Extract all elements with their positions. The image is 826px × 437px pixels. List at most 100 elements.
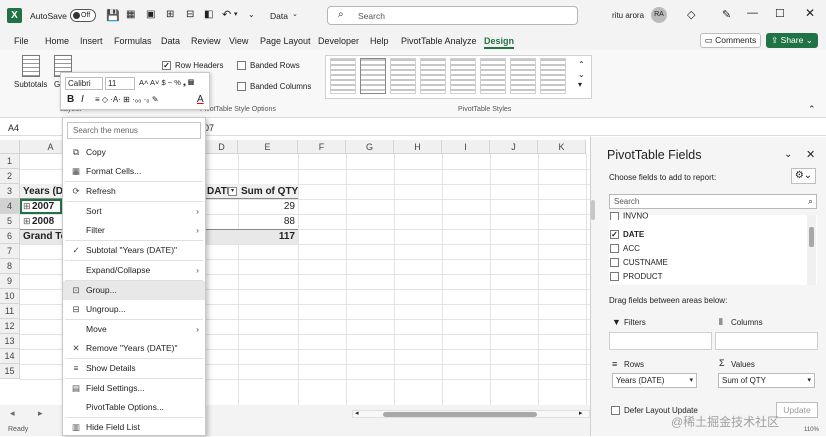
menu-item-format-cells[interactable]: ▦ Format Cells...	[63, 162, 205, 181]
select-all-corner[interactable]	[0, 140, 20, 154]
field-acc[interactable]: ACC	[610, 242, 640, 255]
menu-item-filter[interactable]: Filter ›	[63, 221, 205, 240]
column-header-j[interactable]: J	[490, 140, 538, 154]
tab-page-layout[interactable]: Page Layout	[260, 36, 311, 46]
cell-e6-total[interactable]: 117	[238, 229, 298, 244]
style-swatch-7[interactable]	[510, 58, 536, 94]
field-product[interactable]: PRODUCT	[610, 270, 663, 283]
banded-columns-checkbox[interactable]: Banded Columns	[237, 82, 311, 92]
tab-data[interactable]: Data	[161, 36, 180, 46]
comments-button[interactable]: ▭ Comments	[700, 33, 761, 48]
row-header-5[interactable]: 5	[0, 214, 20, 229]
field-custname[interactable]: CUSTNAME	[610, 256, 668, 269]
menu-item-expand-collapse[interactable]: Expand/Collapse ›	[63, 261, 205, 280]
values-field-dropdown[interactable]: Sum of QTY ▾	[718, 373, 815, 388]
menu-item-copy[interactable]: ⧉ Copy	[63, 143, 205, 162]
tab-view[interactable]: View	[229, 36, 248, 46]
row-header-9[interactable]: 9	[0, 274, 20, 289]
qat-icon-1[interactable]: ▦	[126, 9, 135, 20]
row-header-7[interactable]: 7	[0, 244, 20, 259]
qat-icon-5[interactable]: ◧	[204, 9, 213, 20]
font-size-tools-icon[interactable]: A˄ A˅ $ ~ % ❟ ▦	[139, 78, 194, 88]
menu-item-hide-field-list[interactable]: ▥ Hide Field List	[63, 418, 205, 437]
field-list-scrollbar[interactable]	[807, 215, 816, 285]
pane-settings-gear-icon[interactable]: ⚙⌄	[791, 168, 816, 184]
menu-item-field-settings[interactable]: ▤ Field Settings...	[63, 379, 205, 398]
style-swatch-3[interactable]	[390, 58, 416, 94]
subtotals-button[interactable]: Subtotals	[14, 80, 47, 89]
menu-item-refresh[interactable]: ⟳ Refresh	[63, 182, 205, 201]
tab-help[interactable]: Help	[370, 36, 389, 46]
font-name-box[interactable]: Calibri	[65, 77, 103, 90]
tab-file[interactable]: File	[14, 36, 29, 46]
menu-item-show-details[interactable]: ≡ Show Details	[63, 359, 205, 378]
avatar[interactable]: RA	[651, 7, 667, 23]
subtotals-icon[interactable]	[22, 55, 40, 77]
undo-icon[interactable]: ↶	[222, 8, 231, 21]
menu-item-pivottable-options[interactable]: PivotTable Options...	[63, 398, 205, 417]
bold-button[interactable]: B	[67, 94, 74, 105]
style-swatch-4[interactable]	[420, 58, 446, 94]
cell-a6-grand-total[interactable]: Grand Total	[20, 229, 62, 244]
pen-icon[interactable]: ✎	[722, 8, 731, 21]
row-header-14[interactable]: 14	[0, 349, 20, 364]
row-header-11[interactable]: 11	[0, 304, 20, 319]
close-icon[interactable]: ✕	[805, 6, 815, 20]
tab-design[interactable]: Design	[484, 36, 515, 49]
menu-search-input[interactable]: Search the menus	[67, 122, 201, 139]
autosave-toggle[interactable]: Off	[70, 9, 96, 22]
minimize-icon[interactable]: —	[747, 7, 758, 19]
column-header-k[interactable]: K	[538, 140, 586, 154]
save-icon[interactable]: 💾	[106, 9, 120, 22]
scroll-left-icon[interactable]: ◂	[355, 409, 359, 417]
cell-a3-years-header[interactable]: Years (DATE)	[20, 184, 62, 199]
column-header-e[interactable]: E	[238, 140, 298, 154]
filters-area[interactable]	[609, 332, 712, 350]
sheet-next-icon[interactable]: ▸	[38, 408, 43, 419]
ribbon-collapse-icon[interactable]: ⌃	[808, 104, 816, 115]
qat-icon-2[interactable]: ▣	[146, 9, 155, 20]
style-swatch-2[interactable]	[360, 58, 386, 94]
cell-a5-2008[interactable]: 2008	[29, 214, 57, 229]
font-color-button[interactable]: A	[197, 94, 204, 105]
pane-options-chevron-icon[interactable]: ⌄	[784, 149, 792, 160]
row-header-12[interactable]: 12	[0, 319, 20, 334]
row-header-10[interactable]: 10	[0, 289, 20, 304]
horizontal-scrollbar[interactable]: ◂ ▸	[352, 410, 590, 418]
column-header-f[interactable]: F	[298, 140, 346, 154]
tab-developer[interactable]: Developer	[318, 36, 359, 46]
qat-icon-3[interactable]: ⊞	[166, 9, 174, 20]
columns-area[interactable]	[715, 332, 818, 350]
cell-e5-value[interactable]: 88	[238, 214, 298, 229]
search-box[interactable]: ⌕ Search	[327, 6, 578, 25]
style-swatch-5[interactable]	[450, 58, 476, 94]
tab-home[interactable]: Home	[45, 36, 69, 46]
row-header-15[interactable]: 15	[0, 364, 20, 379]
row-header-13[interactable]: 13	[0, 334, 20, 349]
field-search-input[interactable]: Search ⌕	[609, 194, 817, 209]
style-swatch-6[interactable]	[480, 58, 506, 94]
banded-rows-checkbox[interactable]: Banded Rows	[237, 61, 300, 71]
title-dropdown-icon[interactable]: ⌄	[292, 10, 298, 18]
menu-item-sort[interactable]: Sort ›	[63, 202, 205, 221]
menu-item-ungroup[interactable]: ⊟ Ungroup...	[63, 300, 205, 319]
row-header-4[interactable]: 4	[0, 199, 20, 214]
filter-dropdown-icon[interactable]: ▾	[228, 187, 237, 196]
cell-a4-2007[interactable]: 2007	[29, 199, 57, 214]
name-box[interactable]: A4	[8, 123, 19, 133]
tab-formulas[interactable]: Formulas	[114, 36, 152, 46]
menu-item-remove[interactable]: ✕ Remove "Years (DATE)"	[63, 339, 205, 358]
column-header-g[interactable]: G	[346, 140, 394, 154]
cell-d3-date-header[interactable]: DATE	[204, 184, 230, 199]
field-list-thumb[interactable]	[809, 227, 814, 247]
style-swatch-8[interactable]	[540, 58, 566, 94]
styles-scroll-icon[interactable]: ⌃ ⌄ ▾	[578, 60, 585, 90]
maximize-icon[interactable]: ☐	[775, 7, 785, 20]
column-header-d[interactable]: D	[206, 140, 238, 154]
pane-resize-handle[interactable]	[591, 200, 595, 220]
tab-insert[interactable]: Insert	[80, 36, 103, 46]
tab-pivottable-analyze[interactable]: PivotTable Analyze	[401, 36, 477, 46]
style-swatch-1[interactable]	[330, 58, 356, 94]
font-size-box[interactable]: 11	[105, 77, 135, 90]
rows-field-dropdown[interactable]: Years (DATE) ▾	[612, 373, 697, 388]
